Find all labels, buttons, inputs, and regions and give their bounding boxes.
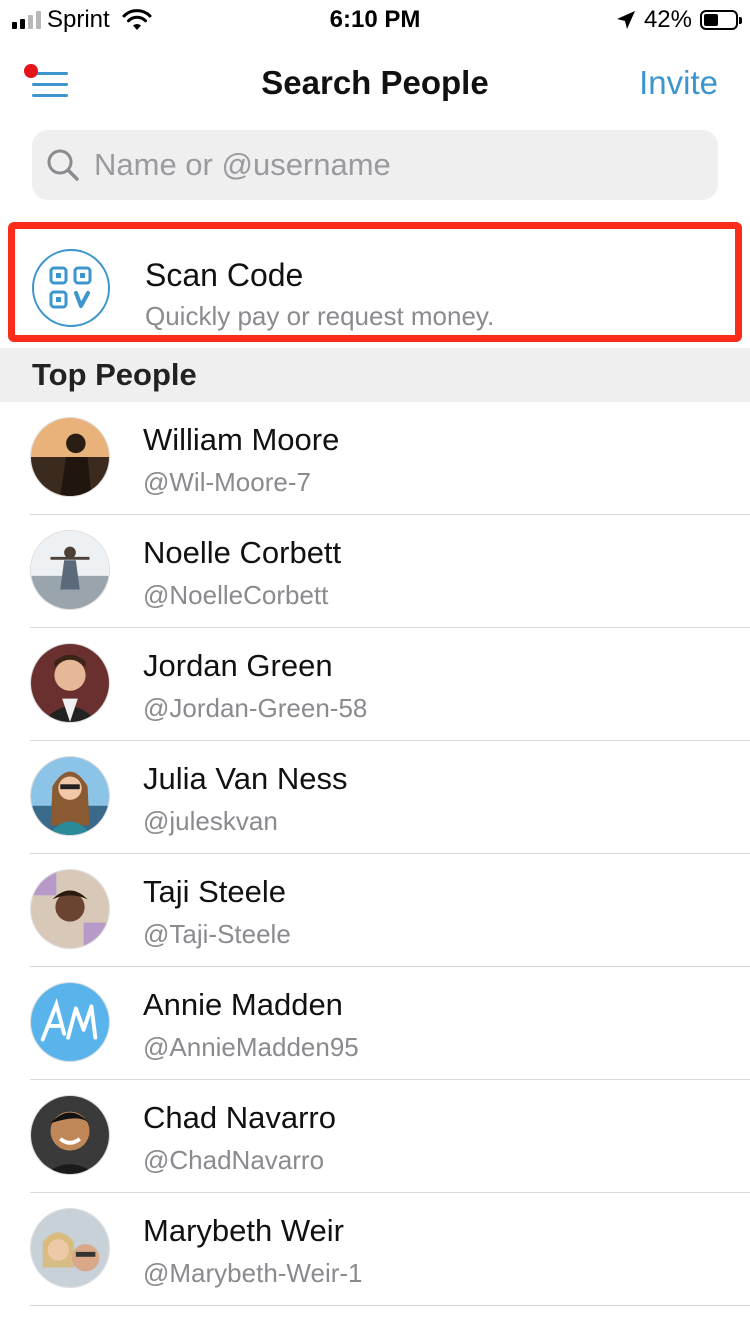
- avatar: [30, 1095, 110, 1175]
- scan-code-subtitle: Quickly pay or request money.: [145, 301, 495, 331]
- person-username: @Wil-Moore-7: [143, 467, 311, 497]
- person-name: Noelle Corbett: [143, 535, 342, 570]
- search-bar[interactable]: [32, 130, 718, 200]
- section-header: Top People: [0, 348, 750, 402]
- avatar: [30, 982, 110, 1062]
- person-name: Annie Madden: [143, 987, 343, 1022]
- person-row[interactable]: Marybeth Weir @Marybeth-Weir-1: [0, 1193, 750, 1306]
- person-name: Chad Navarro: [143, 1100, 336, 1135]
- avatar: [30, 1208, 110, 1288]
- navigation-bar: Search People Invite: [0, 50, 750, 120]
- person-username: @juleskvan: [143, 806, 278, 836]
- person-username: @Jordan-Green-58: [143, 693, 368, 723]
- person-name: Taji Steele: [143, 874, 287, 909]
- person-username: @NoelleCorbett: [143, 580, 329, 610]
- person-row[interactable]: Chad Navarro @ChadNavarro: [0, 1080, 750, 1193]
- person-row[interactable]: William Moore @Wil-Moore-7: [0, 402, 750, 515]
- qr-code-icon: [32, 249, 110, 327]
- status-bar: Sprint 6:10 PM 42%: [0, 0, 750, 40]
- person-name: Marybeth Weir: [143, 1213, 344, 1248]
- scan-code-row[interactable]: Scan Code Quickly pay or request money.: [8, 222, 742, 342]
- avatar: [30, 417, 110, 497]
- avatar: [30, 869, 110, 949]
- avatar: [30, 643, 110, 723]
- notification-dot: [24, 64, 38, 78]
- status-right: 42%: [616, 6, 742, 34]
- search-people-screen: Sprint 6:10 PM 42% Search People Invite …: [0, 0, 750, 1334]
- search-input[interactable]: [92, 146, 696, 184]
- person-name: William Moore: [143, 422, 340, 457]
- scan-code-title: Scan Code: [145, 257, 304, 293]
- people-list: William Moore @Wil-Moore-7 Noelle Corbet…: [0, 402, 750, 1306]
- section-title: Top People: [32, 357, 197, 392]
- person-username: @Marybeth-Weir-1: [143, 1258, 363, 1288]
- person-row[interactable]: Jordan Green @Jordan-Green-58: [0, 628, 750, 741]
- battery-icon: [700, 10, 742, 30]
- invite-button[interactable]: Invite: [639, 64, 718, 102]
- search-icon: [47, 149, 79, 181]
- person-username: @AnnieMadden95: [143, 1032, 359, 1062]
- avatar: [30, 756, 110, 836]
- person-row[interactable]: Noelle Corbett @NoelleCorbett: [0, 515, 750, 628]
- person-row[interactable]: Annie Madden @AnnieMadden95: [0, 967, 750, 1080]
- person-row[interactable]: Taji Steele @Taji-Steele: [0, 854, 750, 967]
- page-title: Search People: [261, 64, 489, 101]
- battery-percent: 42%: [643, 6, 692, 33]
- person-row[interactable]: Julia Van Ness @juleskvan: [0, 741, 750, 854]
- menu-button[interactable]: [24, 64, 70, 102]
- avatar: [30, 530, 110, 610]
- location-arrow-icon: [616, 11, 635, 29]
- person-name: Julia Van Ness: [143, 761, 348, 796]
- person-username: @Taji-Steele: [143, 919, 291, 949]
- person-name: Jordan Green: [143, 648, 333, 683]
- person-username: @ChadNavarro: [143, 1145, 325, 1175]
